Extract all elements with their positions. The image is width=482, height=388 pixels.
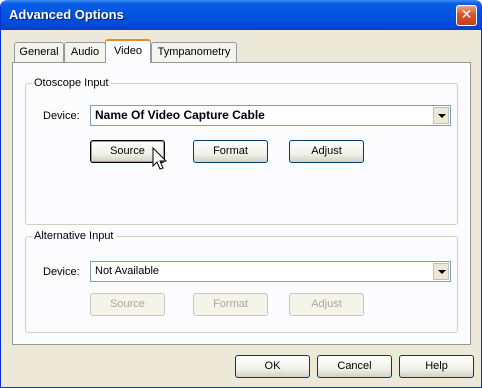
ok-button[interactable]: OK — [235, 355, 310, 378]
otoscope-source-label: Source — [110, 145, 145, 157]
mouse-pointer-icon — [152, 147, 168, 170]
alternative-source-label: Source — [110, 298, 145, 310]
alternative-source-button: Source — [90, 293, 165, 316]
alternative-device-select[interactable]: Not Available — [90, 261, 451, 282]
otoscope-adjust-button[interactable]: Adjust — [289, 140, 364, 163]
tab-audio[interactable]: Audio — [64, 42, 106, 62]
tab-tympanometry-label: Tympanometry — [157, 46, 231, 58]
otoscope-device-label: Device: — [43, 110, 80, 122]
cancel-button[interactable]: Cancel — [317, 355, 392, 378]
otoscope-device-select[interactable]: Name Of Video Capture Cable — [90, 105, 451, 126]
title-bar[interactable]: Advanced Options ✕ — [1, 0, 481, 30]
advanced-options-dialog: Advanced Options ✕ General Audio Video T… — [0, 0, 482, 388]
cancel-label: Cancel — [337, 360, 372, 372]
otoscope-input-legend: Otoscope Input — [34, 77, 109, 89]
alternative-device-label: Device: — [43, 266, 80, 278]
alternative-adjust-button: Adjust — [289, 293, 364, 316]
chevron-down-icon[interactable] — [433, 263, 449, 280]
video-tab-panel: Otoscope Input Device: Name Of Video Cap… — [12, 62, 471, 345]
alternative-adjust-label: Adjust — [311, 298, 342, 310]
alternative-device-value: Not Available — [95, 265, 160, 277]
otoscope-format-button[interactable]: Format — [193, 140, 268, 163]
alternative-format-label: Format — [213, 298, 248, 310]
otoscope-format-label: Format — [213, 145, 248, 157]
window-title: Advanced Options — [9, 7, 124, 22]
help-label: Help — [425, 360, 448, 372]
alternative-input-legend: Alternative Input — [34, 230, 114, 242]
tab-video-label: Video — [114, 45, 142, 57]
close-button[interactable]: ✕ — [456, 5, 477, 26]
tab-general-label: General — [19, 46, 59, 58]
tab-general[interactable]: General — [14, 42, 64, 62]
tab-video[interactable]: Video — [105, 39, 151, 63]
tab-tympanometry[interactable]: Tympanometry — [151, 42, 237, 62]
alternative-format-button: Format — [193, 293, 268, 316]
tab-audio-label: Audio — [70, 46, 100, 58]
close-icon: ✕ — [460, 7, 473, 23]
chevron-down-icon[interactable] — [433, 107, 449, 124]
help-button[interactable]: Help — [399, 355, 474, 378]
otoscope-device-value: Name Of Video Capture Cable — [95, 108, 265, 122]
ok-label: OK — [264, 360, 281, 372]
otoscope-adjust-label: Adjust — [311, 145, 342, 157]
